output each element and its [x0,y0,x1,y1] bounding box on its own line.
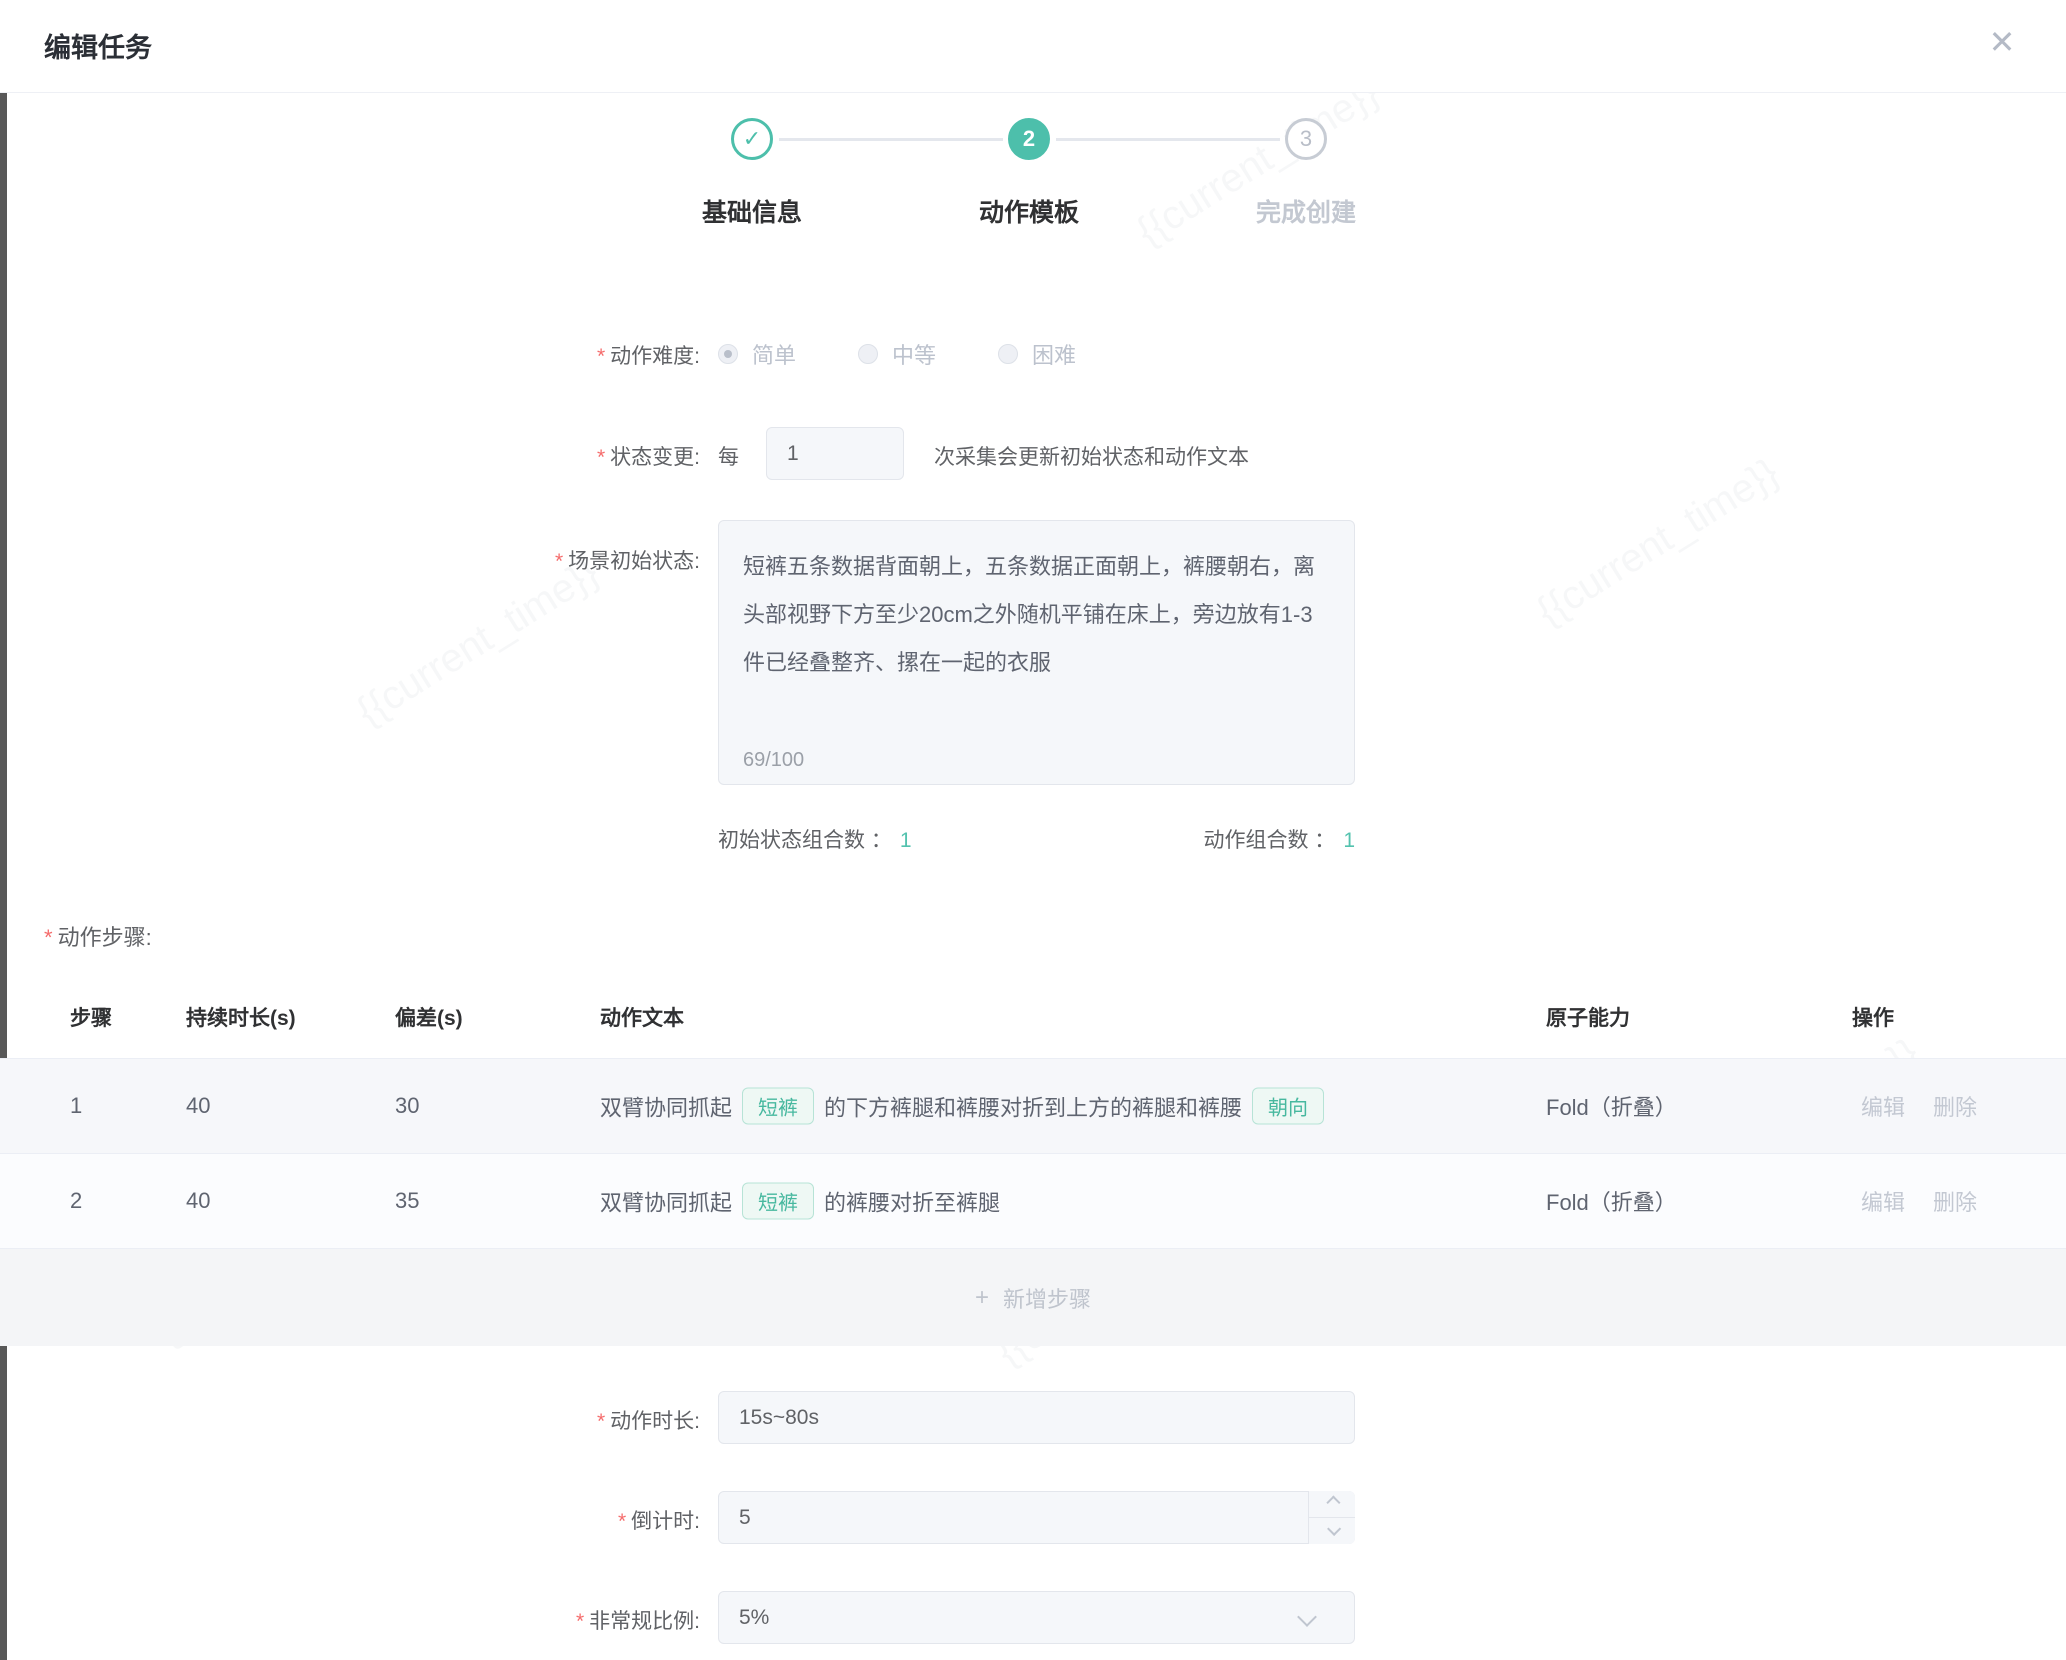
watermark: {{current_time}} [1529,450,1787,634]
required-asterisk: * [618,1510,626,1533]
state-change-prefix: 每 [718,441,739,471]
radio-medium[interactable]: 中等 [858,338,936,370]
unusual-ratio-select[interactable]: 5% [718,1591,1355,1644]
dialog-header: 编辑任务 ✕ [0,0,2066,93]
combo-counts: 初始状态组合数 ： 1 动作组合数 ： 1 [718,824,1355,854]
table-row: 1 40 30 双臂协同抓起 短裤 的下方裤腿和裤腰对折到上方的裤腿和裤腰 朝向… [0,1059,2066,1154]
initial-combo: 初始状态组合数 ： 1 [718,824,912,854]
action-combo: 动作组合数 ： 1 [1203,824,1355,854]
table-row: 2 40 35 双臂协同抓起 短裤 的裤腰对折至裤腿 Fold（折叠） 编辑 删… [0,1154,2066,1249]
row1-offset: 30 [395,1093,419,1119]
col-step: 步骤 [70,1002,112,1032]
watermark: {{current_time}} [349,550,607,734]
countdown-label: *倒计时: [618,1505,700,1535]
step-3-label: 完成创建 [1176,193,1436,229]
col-action-text: 动作文本 [600,1002,684,1032]
dialog-title: 编辑任务 [44,26,152,65]
row2-action-text: 双臂协同抓起 短裤 的裤腰对折至裤腿 [600,1183,1000,1220]
initial-state-text: 短裤五条数据背面朝上，五条数据正面朝上，裤腰朝右，离头部视野下方至少20cm之外… [743,554,1315,675]
required-asterisk: * [597,446,605,469]
row1-duration: 40 [186,1093,210,1119]
step-connector [779,138,1003,141]
state-change-input[interactable]: 1 [766,427,904,480]
col-offset: 偏差(s) [395,1002,463,1032]
initial-combo-label: 初始状态组合数 ： [718,829,892,852]
step-connector [1056,138,1280,141]
col-duration: 持续时长(s) [186,1002,296,1032]
duration-input[interactable]: 15s~80s [718,1391,1355,1444]
action-combo-label: 动作组合数 ： [1203,829,1335,852]
radio-circle-icon [718,344,738,364]
radio-circle-icon [858,344,878,364]
table-header-row: 步骤 持续时长(s) 偏差(s) 动作文本 原子能力 操作 [0,975,2066,1059]
difficulty-radio-group: 简单 中等 困难 [718,338,1138,370]
row1-action-text: 双臂协同抓起 短裤 的下方裤腿和裤腰对折到上方的裤腿和裤腰 朝向 [600,1088,1334,1125]
add-step-label: 新增步骤 [1003,1282,1091,1314]
add-step-button[interactable]: + 新增步骤 [0,1249,2066,1346]
row2-step: 2 [70,1188,82,1214]
plus-icon: + [975,1284,989,1312]
object-tag: 短裤 [742,1088,814,1125]
radio-hard[interactable]: 困难 [998,338,1076,370]
stepper: ✓ 2 3 基础信息 动作模板 完成创建 [0,118,2066,238]
step-1-label: 基础信息 [622,193,882,229]
duration-label: *动作时长: [597,1405,700,1435]
row1-ability: Fold（折叠） [1546,1090,1677,1122]
radio-easy-label: 简单 [752,338,796,370]
row2-ability: Fold（折叠） [1546,1185,1677,1217]
radio-hard-label: 困难 [1032,338,1076,370]
orientation-tag: 朝向 [1252,1088,1324,1125]
page-edge-strip [0,25,7,1660]
edit-task-dialog: {{current_time}} {{current_time}} {{curr… [0,0,2066,1660]
required-asterisk: * [597,1410,605,1433]
char-counter: 69/100 [743,749,804,772]
state-change-label: *状态变更: [597,441,700,471]
initial-combo-value: 1 [900,829,912,852]
state-change-suffix: 次采集会更新初始状态和动作文本 [934,441,1249,471]
initial-state-textarea[interactable]: 短裤五条数据背面朝上，五条数据正面朝上，裤腰朝右，离头部视野下方至少20cm之外… [718,520,1355,785]
countdown-input[interactable]: 5 [718,1491,1355,1544]
step-2-circle: 2 [1008,118,1050,160]
row2-offset: 35 [395,1188,419,1214]
row2-actions: 编辑 删除 [1861,1185,1977,1217]
unusual-ratio-label: *非常规比例: [576,1605,700,1635]
step-2-label: 动作模板 [899,193,1159,229]
stepper-down-button[interactable] [1309,1518,1355,1544]
edit-link[interactable]: 编辑 [1861,1090,1905,1122]
step-1-check-icon: ✓ [731,118,773,160]
chevron-up-icon [1326,1496,1340,1510]
number-stepper [1308,1491,1355,1544]
row1-actions: 编辑 删除 [1861,1090,1977,1122]
row1-step: 1 [70,1093,82,1119]
action-steps-label: *动作步骤: [44,920,152,952]
radio-circle-icon [998,344,1018,364]
required-asterisk: * [597,345,605,368]
delete-link[interactable]: 删除 [1933,1090,1977,1122]
row2-duration: 40 [186,1188,210,1214]
col-ability: 原子能力 [1546,1002,1630,1032]
chevron-down-icon [1327,1522,1341,1536]
required-asterisk: * [555,550,563,573]
delete-link[interactable]: 删除 [1933,1185,1977,1217]
close-icon[interactable]: ✕ [1978,18,2026,66]
initial-state-label: *场景初始状态: [555,545,700,575]
difficulty-label: *动作难度: [597,340,700,370]
action-combo-value: 1 [1343,829,1355,852]
edit-link[interactable]: 编辑 [1861,1185,1905,1217]
radio-easy[interactable]: 简单 [718,338,796,370]
radio-medium-label: 中等 [892,338,936,370]
required-asterisk: * [44,925,53,950]
stepper-up-button[interactable] [1309,1491,1355,1518]
object-tag: 短裤 [742,1183,814,1220]
steps-table: 步骤 持续时长(s) 偏差(s) 动作文本 原子能力 操作 1 40 30 双臂… [0,975,2066,1346]
required-asterisk: * [576,1610,584,1633]
header-divider [0,92,2066,93]
col-actions: 操作 [1852,1002,1894,1032]
step-3-circle: 3 [1285,118,1327,160]
